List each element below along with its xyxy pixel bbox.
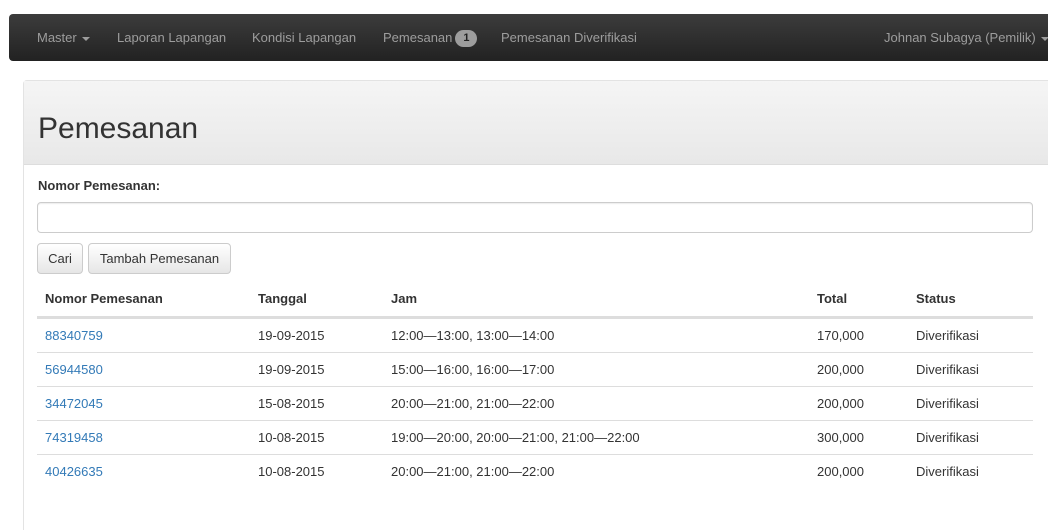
nav-pemesanan[interactable]: Pemesanan 1 <box>383 14 478 61</box>
order-number-link[interactable]: 56944580 <box>45 353 103 386</box>
order-status: Diverifikasi <box>916 464 979 479</box>
col-header-total: Total <box>817 291 848 306</box>
nav-master-label: Master <box>37 30 77 45</box>
order-number-link[interactable]: 34472045 <box>45 387 103 420</box>
nav-kondisi-lapangan[interactable]: Kondisi Lapangan <box>252 14 356 61</box>
cari-button[interactable]: Cari <box>37 243 83 274</box>
nav-pemesanan-label: Pemesanan <box>383 30 453 45</box>
caret-down-icon <box>81 36 90 41</box>
order-date: 10-08-2015 <box>258 430 325 445</box>
nav-user-label: Johnan Subagya (Pemilik) <box>884 30 1036 45</box>
order-time-slots: 20:00—21:00, 21:00—22:00 <box>391 396 555 411</box>
order-time-slots: 12:00—13:00, 13:00—14:00 <box>391 328 555 343</box>
table-row: 34472045 15-08-2015 20:00—21:00, 21:00—2… <box>37 386 1033 420</box>
table-row: 56944580 19-09-2015 15:00—16:00, 16:00—1… <box>37 352 1033 386</box>
caret-down-icon <box>1040 36 1048 41</box>
table-row: 40426635 10-08-2015 20:00—21:00, 21:00—2… <box>37 454 1033 488</box>
order-number-link[interactable]: 74319458 <box>45 421 103 454</box>
order-status: Diverifikasi <box>916 362 979 377</box>
table-row: 74319458 10-08-2015 19:00—20:00, 20:00—2… <box>37 420 1033 454</box>
col-header-tanggal: Tanggal <box>258 291 307 306</box>
order-date: 19-09-2015 <box>258 362 325 377</box>
order-status: Diverifikasi <box>916 396 979 411</box>
order-date: 10-08-2015 <box>258 464 325 479</box>
order-number-link[interactable]: 88340759 <box>45 319 103 352</box>
pemesanan-count-badge: 1 <box>455 30 478 47</box>
order-total: 300,000 <box>817 430 864 445</box>
order-date: 15-08-2015 <box>258 396 325 411</box>
order-total: 200,000 <box>817 362 864 377</box>
table-row: 88340759 19-09-2015 12:00—13:00, 13:00—1… <box>37 318 1033 352</box>
top-navbar: Master Laporan Lapangan Kondisi Lapangan… <box>9 14 1048 61</box>
nav-master-dropdown[interactable]: Master <box>37 14 90 61</box>
order-total: 170,000 <box>817 328 864 343</box>
order-date: 19-09-2015 <box>258 328 325 343</box>
nomor-pemesanan-input[interactable] <box>37 202 1033 233</box>
order-time-slots: 20:00—21:00, 21:00—22:00 <box>391 464 555 479</box>
order-number-link[interactable]: 40426635 <box>45 455 103 488</box>
page-header: Pemesanan <box>24 81 1048 165</box>
order-time-slots: 19:00—20:00, 20:00—21:00, 21:00—22:00 <box>391 430 640 445</box>
nomor-pemesanan-label: Nomor Pemesanan: <box>38 178 161 193</box>
col-header-nomor: Nomor Pemesanan <box>45 291 163 306</box>
order-total: 200,000 <box>817 464 864 479</box>
col-header-jam: Jam <box>391 291 418 306</box>
col-header-status: Status <box>916 291 956 306</box>
nav-laporan-lapangan[interactable]: Laporan Lapangan <box>117 14 226 61</box>
order-total: 200,000 <box>817 396 864 411</box>
order-time-slots: 15:00—16:00, 16:00—17:00 <box>391 362 555 377</box>
order-status: Diverifikasi <box>916 328 979 343</box>
order-status: Diverifikasi <box>916 430 979 445</box>
page-title: Pemesanan <box>38 112 199 145</box>
nav-user-dropdown[interactable]: Johnan Subagya (Pemilik) <box>884 14 1048 61</box>
tambah-pemesanan-button[interactable]: Tambah Pemesanan <box>88 243 231 274</box>
nav-pemesanan-diverifikasi[interactable]: Pemesanan Diverifikasi <box>501 14 637 61</box>
